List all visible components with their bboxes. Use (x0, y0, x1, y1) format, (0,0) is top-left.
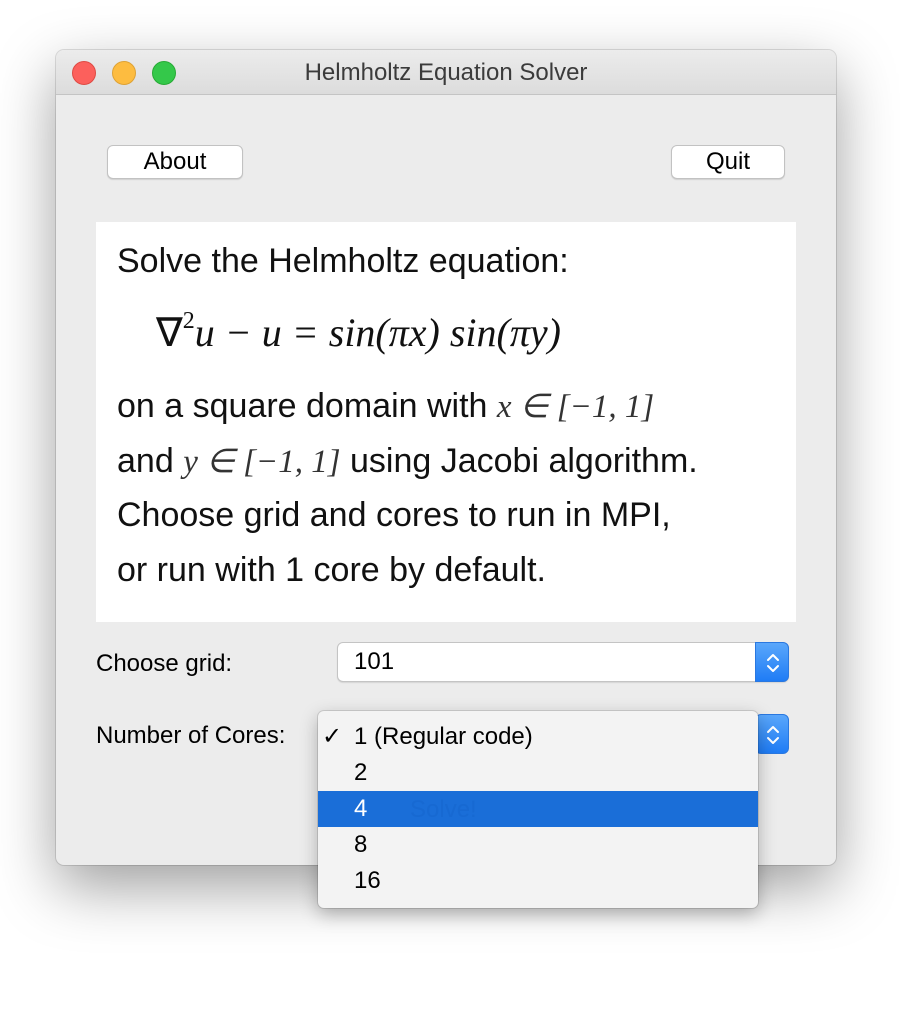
cores-option-16[interactable]: 16 (318, 863, 758, 899)
description-panel: Solve the Helmholtz equation: ∇2u − u = … (96, 222, 796, 622)
cores-option-4[interactable]: 4 (318, 791, 758, 827)
description-line-5: Choose grid and cores to run in MPI, (117, 496, 671, 534)
cores-option-2[interactable]: 2 (318, 755, 758, 791)
grid-select-stepper[interactable] (755, 642, 789, 682)
description-line-3: on a square domain with x ∈ [−1, 1] (117, 386, 654, 426)
line4-text-b: using Jacobi algorithm. (340, 442, 698, 480)
checkmark-icon: ✓ (322, 723, 343, 750)
description-line-4: and y ∈ [−1, 1] using Jacobi algorithm. (117, 441, 698, 481)
grid-select-value: 101 (354, 648, 395, 675)
cores-option-1[interactable]: ✓ 1 (Regular code) (318, 719, 758, 755)
cores-select-stepper[interactable] (755, 714, 789, 754)
equation-exponent: 2 (182, 308, 195, 334)
up-down-chevron-icon (767, 654, 779, 672)
description-line-6: or run with 1 core by default. (117, 551, 547, 589)
up-down-chevron-icon (767, 726, 779, 744)
cores-option-label: 2 (354, 759, 368, 786)
about-button[interactable]: About (107, 145, 243, 179)
line3-text: on a square domain with (117, 387, 497, 425)
window-title: Helmholtz Equation Solver (304, 59, 588, 86)
y-domain: y ∈ [−1, 1] (183, 444, 341, 480)
line4-text-a: and (117, 442, 184, 480)
equation-body: u − u = sin(πx) sin(πy) (194, 310, 561, 355)
nabla-symbol: ∇ (156, 310, 183, 355)
description-line-1: Solve the Helmholtz equation: (117, 242, 569, 280)
cores-option-label: 1 (Regular code) (354, 723, 533, 750)
title-bar[interactable]: Helmholtz Equation Solver (56, 50, 836, 95)
solve-button[interactable]: Solve! (410, 796, 477, 824)
cores-option-label: 4 (354, 795, 368, 822)
x-domain: x ∈ [−1, 1] (496, 389, 655, 425)
cores-dropdown-menu: ✓ 1 (Regular code) 2 4 8 16 (318, 711, 758, 908)
grid-select[interactable]: 101 (337, 642, 789, 682)
cores-option-8[interactable]: 8 (318, 827, 758, 863)
helmholtz-equation: ∇2u − u = sin(πx) sin(πy) (156, 308, 561, 356)
cores-option-label: 16 (354, 867, 381, 894)
cores-option-label: 8 (354, 831, 368, 858)
cores-label: Number of Cores: (96, 722, 286, 749)
quit-button[interactable]: Quit (671, 145, 785, 179)
grid-label: Choose grid: (96, 650, 233, 677)
